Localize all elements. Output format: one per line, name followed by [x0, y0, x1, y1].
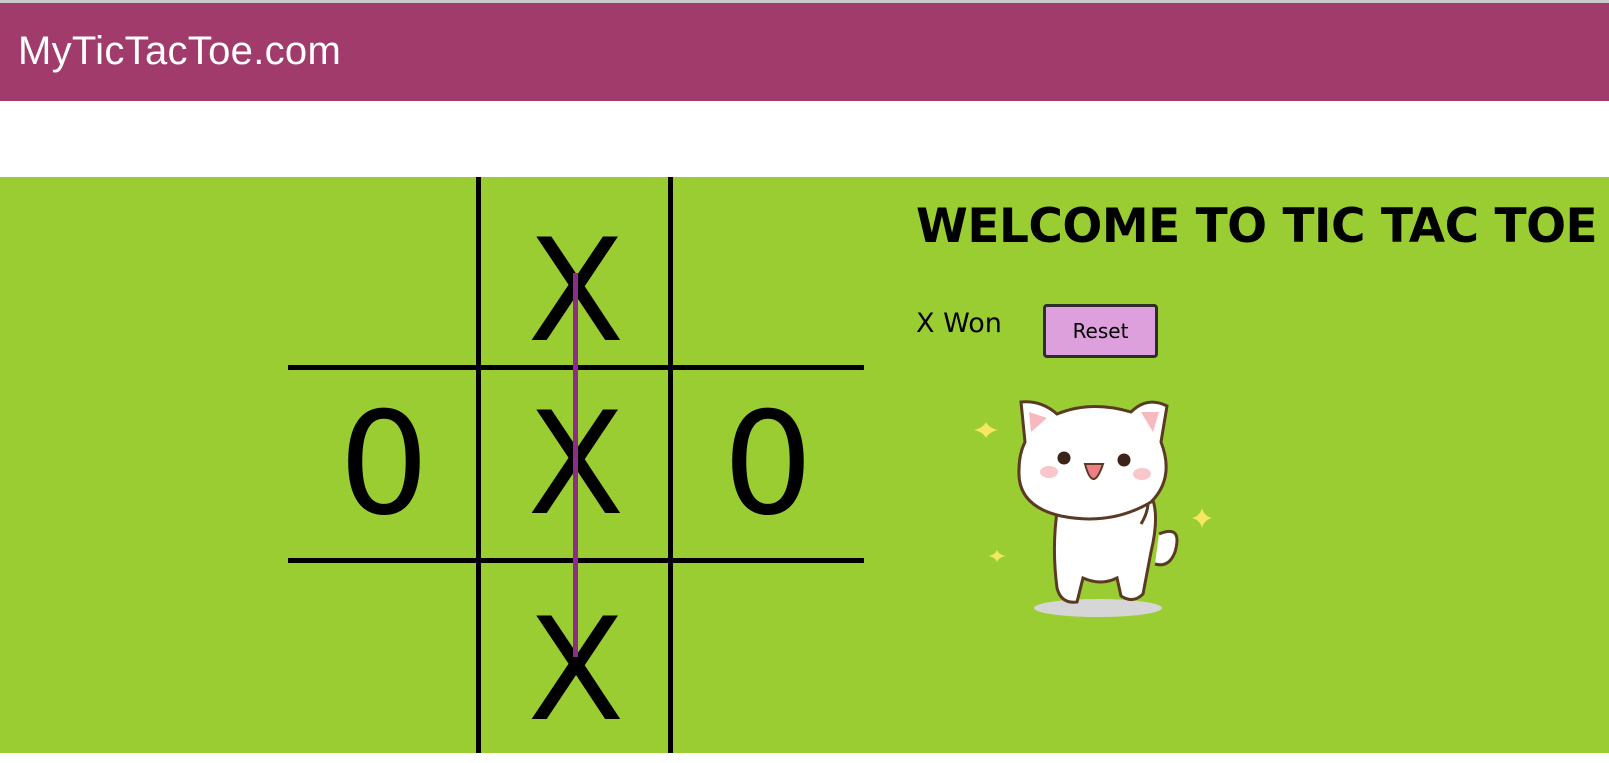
- grid-line-vertical: [668, 177, 673, 753]
- cell-mark: 0: [338, 382, 430, 547]
- game-status: X Won: [916, 308, 1002, 339]
- board-cell[interactable]: [672, 177, 864, 369]
- board-cell[interactable]: [288, 561, 480, 753]
- game-board: X 0 X 0 X: [288, 177, 864, 753]
- grid-line-vertical: [476, 177, 481, 753]
- brand-link[interactable]: MyTicTacToe.com: [18, 29, 341, 74]
- reset-button[interactable]: Reset: [1043, 304, 1158, 358]
- board-cell[interactable]: 0: [288, 369, 480, 561]
- play-area: X 0 X 0 X WELCOME TO TIC TAC TOE X Won R…: [0, 177, 1609, 753]
- board-cell[interactable]: [288, 177, 480, 369]
- info-panel: WELCOME TO TIC TAC TOE X Won Reset: [916, 177, 1606, 753]
- board-cell[interactable]: 0: [672, 369, 864, 561]
- cell-mark: 0: [722, 382, 814, 547]
- winning-line: [573, 273, 578, 657]
- board-cell[interactable]: [672, 561, 864, 753]
- welcome-title: WELCOME TO TIC TAC TOE: [916, 199, 1598, 254]
- happy-cat-icon: [974, 400, 1212, 617]
- navbar: MyTicTacToe.com: [0, 3, 1609, 101]
